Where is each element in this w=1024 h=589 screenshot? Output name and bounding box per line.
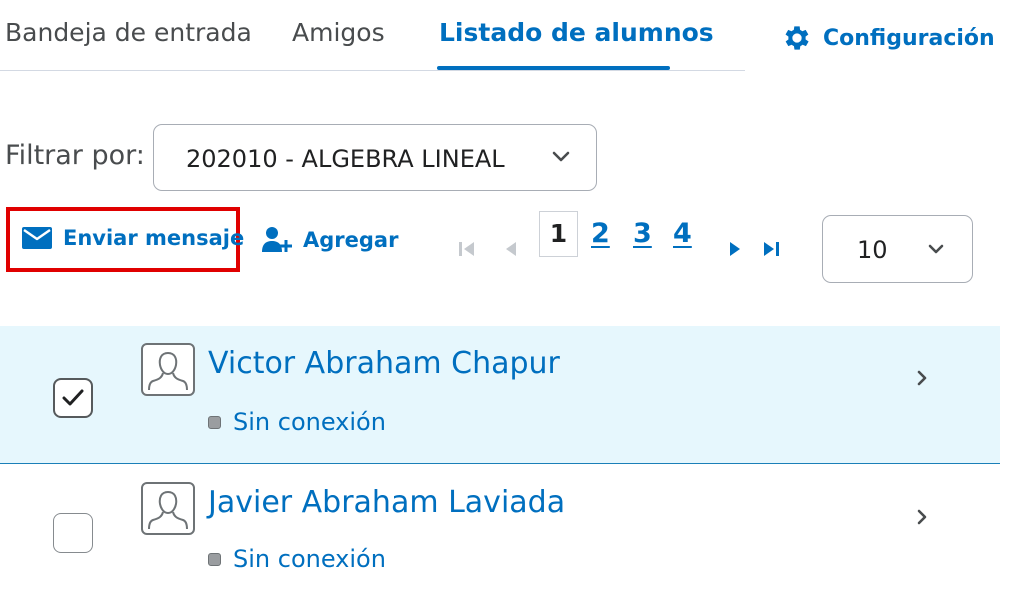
tab-classlist[interactable]: Listado de alumnos — [439, 18, 714, 47]
page-size-select[interactable]: 10 — [822, 215, 973, 283]
status-offline-icon — [208, 415, 221, 429]
current-page: 1 — [539, 211, 578, 257]
send-message-button[interactable]: Enviar mensaje — [22, 226, 244, 250]
avatar[interactable] — [141, 343, 195, 396]
chevron-right-icon[interactable] — [915, 507, 929, 527]
filter-label: Filtrar por: — [5, 140, 145, 171]
student-checkbox[interactable] — [53, 513, 93, 553]
tab-divider — [0, 70, 745, 71]
status-offline-icon — [208, 552, 221, 566]
status-label: Sin conexión — [233, 545, 386, 573]
first-page-icon[interactable] — [458, 241, 476, 257]
student-name[interactable]: Javier Abraham Laviada — [208, 485, 565, 520]
course-filter-value: 202010 - ALGEBRA LINEAL — [186, 145, 505, 173]
tab-friends[interactable]: Amigos — [292, 18, 385, 47]
user-avatar-icon — [148, 351, 188, 391]
student-checkbox[interactable] — [53, 378, 93, 418]
send-message-label: Enviar mensaje — [63, 226, 245, 250]
gear-icon — [785, 26, 809, 50]
status-label: Sin conexión — [233, 408, 386, 436]
settings-link[interactable]: Configuración — [781, 22, 995, 54]
prev-page-icon[interactable] — [504, 241, 518, 257]
add-button[interactable]: Agregar — [261, 224, 398, 256]
user-avatar-icon — [148, 490, 188, 530]
student-row[interactable]: Javier Abraham Laviada Sin conexión — [0, 465, 1000, 589]
settings-label: Configuración — [823, 25, 995, 51]
envelope-icon — [22, 227, 52, 249]
avatar[interactable] — [141, 482, 195, 535]
add-user-icon — [262, 227, 292, 252]
page-size-value: 10 — [857, 236, 888, 264]
online-status: Sin conexión — [208, 545, 386, 573]
tab-inbox[interactable]: Bandeja de entrada — [5, 18, 252, 47]
active-tab-indicator — [437, 66, 670, 70]
checkmark-icon — [62, 389, 84, 406]
student-name[interactable]: Victor Abraham Chapur — [208, 346, 560, 381]
chevron-right-icon[interactable] — [915, 368, 929, 388]
page-link-2[interactable]: 2 — [591, 218, 610, 249]
chevron-down-icon — [928, 244, 944, 254]
student-row[interactable]: Victor Abraham Chapur Sin conexión — [0, 326, 1000, 464]
last-page-icon[interactable] — [762, 241, 782, 257]
add-label: Agregar — [303, 228, 399, 252]
online-status: Sin conexión — [208, 408, 386, 436]
page-link-3[interactable]: 3 — [633, 218, 652, 249]
page-link-4[interactable]: 4 — [673, 218, 692, 249]
next-page-icon[interactable] — [728, 241, 742, 257]
chevron-down-icon — [552, 151, 570, 162]
course-filter-select[interactable]: 202010 - ALGEBRA LINEAL — [153, 124, 597, 191]
